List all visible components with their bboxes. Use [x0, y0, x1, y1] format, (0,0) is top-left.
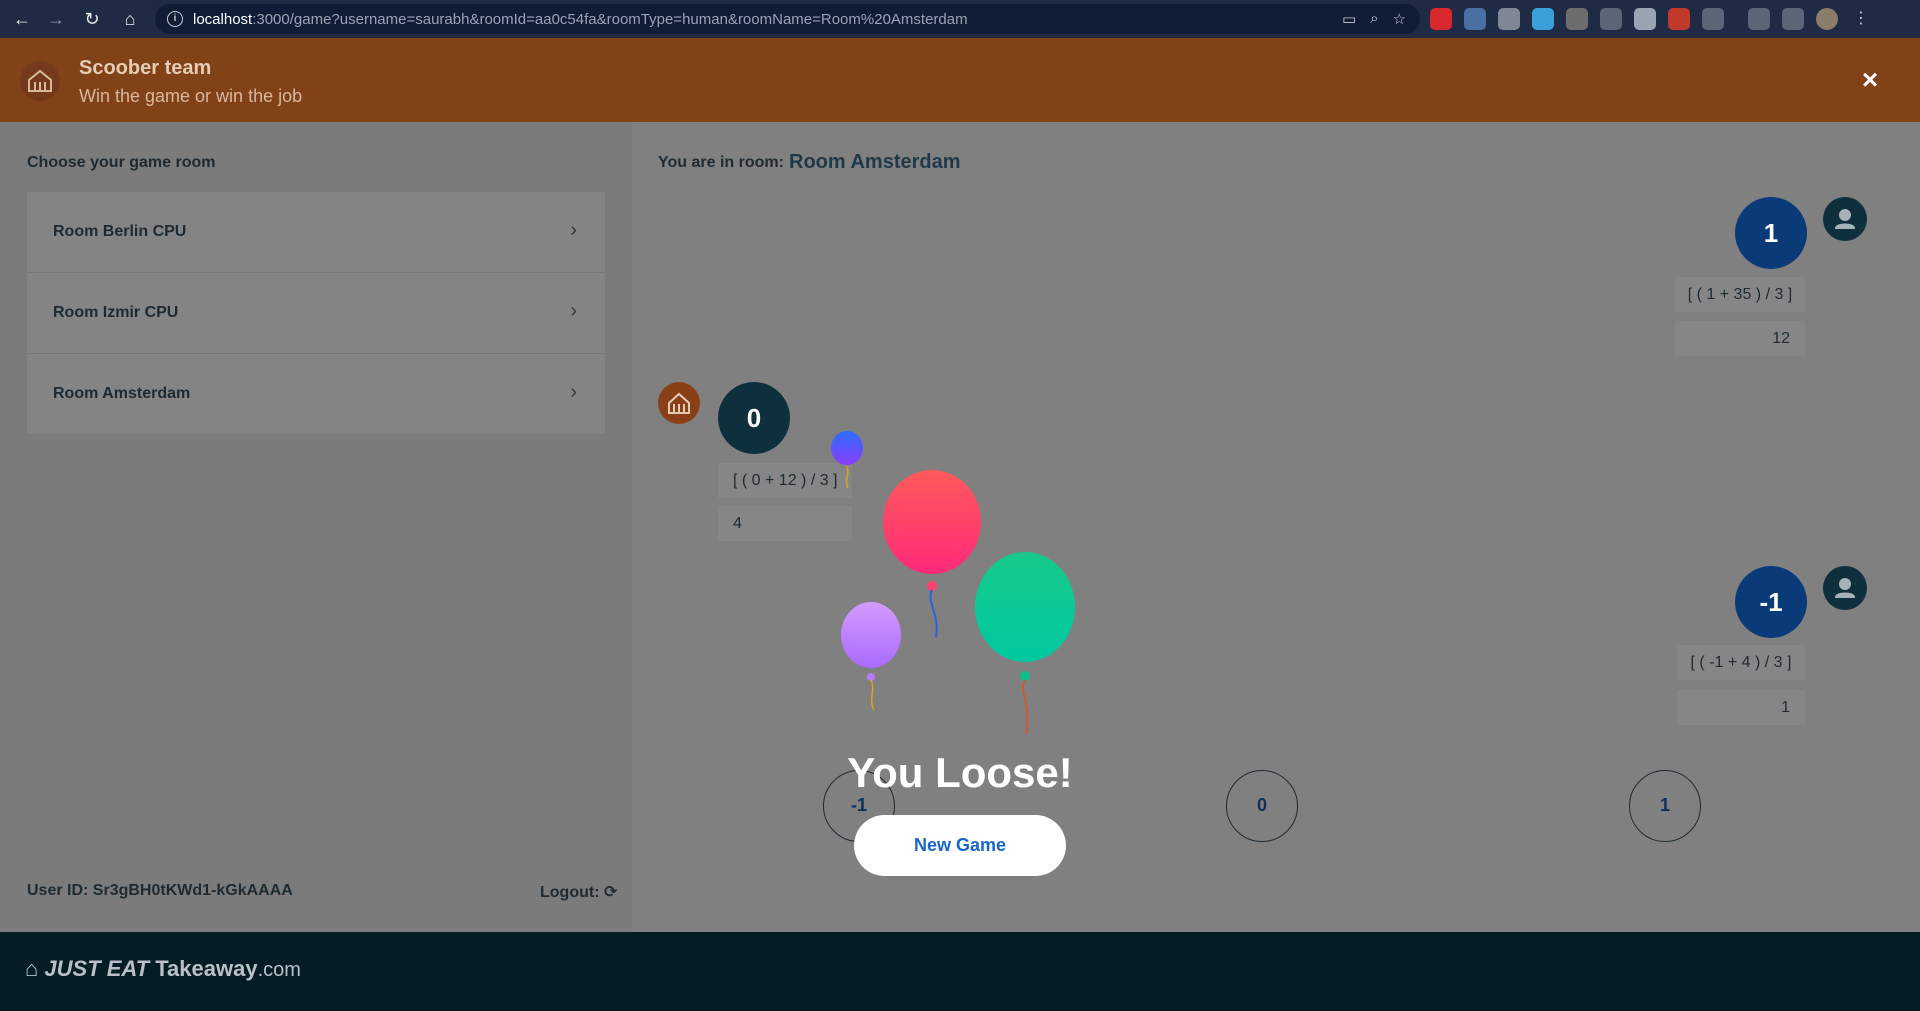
chevron-right-icon: ›: [570, 219, 577, 241]
opponent-score: -1: [1735, 566, 1807, 638]
footer: ⌂ JUST EAT Takeaway.com: [0, 932, 1920, 1011]
room-label: Room Amsterdam: [53, 385, 191, 402]
close-icon[interactable]: ×: [1855, 65, 1885, 95]
extension-icon[interactable]: [1464, 8, 1486, 30]
media-icon[interactable]: [1748, 8, 1770, 30]
profile-avatar[interactable]: [1816, 8, 1838, 30]
logout-icon: ⟳: [599, 884, 618, 901]
sidebar-heading: Choose your game room: [27, 154, 216, 171]
opponent-score: 1: [1735, 197, 1807, 269]
zoom-icon[interactable]: ⌕: [1370, 10, 1378, 28]
sidebar-icon[interactable]: [1782, 8, 1804, 30]
room-item-amsterdam[interactable]: Room Amsterdam ›: [27, 354, 605, 435]
user-id: User ID: Sr3gBH0tKWd1-kGkAAAA: [27, 882, 293, 899]
calculation-text: [ ( -1 + 4 ) / 3 ]: [1677, 645, 1805, 680]
chevron-right-icon: ›: [570, 381, 577, 403]
info-icon[interactable]: i: [167, 11, 183, 27]
sidebar-footer: User ID: Sr3gBH0tKWd1-kGkAAAA Logout: ⟳: [0, 852, 632, 932]
puzzle-icon[interactable]: [1702, 8, 1724, 30]
extension-icon[interactable]: [1566, 8, 1588, 30]
user-avatar-icon: [1823, 197, 1867, 241]
forward-icon[interactable]: →: [44, 7, 68, 31]
new-game-button[interactable]: New Game: [854, 815, 1066, 876]
result-message: You Loose!: [847, 749, 1073, 796]
address-bar[interactable]: i localhost:3000/game?username=saurabh&r…: [155, 4, 1420, 34]
reload-icon[interactable]: ↻: [80, 7, 104, 31]
extension-icon[interactable]: [1430, 8, 1452, 30]
extension-icon[interactable]: [1498, 8, 1520, 30]
app-header: Scoober team Win the game or win the job…: [0, 38, 1920, 122]
user-avatar-icon: [1823, 566, 1867, 610]
header-title: Scoober team: [79, 57, 212, 79]
footer-logo: ⌂ JUST EAT Takeaway.com: [25, 956, 301, 981]
home-icon[interactable]: ⌂: [118, 7, 142, 31]
room-label: Room Berlin CPU: [53, 223, 187, 240]
extension-icon[interactable]: [1634, 8, 1656, 30]
room-title: Room Amsterdam: [789, 151, 961, 173]
room-list: Room Berlin CPU › Room Izmir CPU › Room …: [27, 192, 605, 435]
back-icon[interactable]: ←: [10, 7, 34, 31]
room-item-izmir[interactable]: Room Izmir CPU ›: [27, 273, 605, 354]
extension-icon[interactable]: [1600, 8, 1622, 30]
calculation-result: 1: [1677, 690, 1805, 725]
header-subtitle: Win the game or win the job: [79, 86, 303, 106]
player-score: 0: [718, 382, 790, 454]
browser-toolbar: ← → ↻ ⌂ i localhost:3000/game?username=s…: [0, 0, 1920, 38]
balloons-illustration: [831, 431, 1075, 735]
move-zero-button[interactable]: 0: [1226, 770, 1298, 842]
room-item-berlin[interactable]: Room Berlin CPU ›: [27, 192, 605, 273]
calculation-text: [ ( 1 + 35 ) / 3 ]: [1675, 277, 1805, 312]
calculation-result: 12: [1675, 321, 1805, 356]
room-label: Room Izmir CPU: [53, 304, 179, 321]
bot-avatar: [658, 382, 700, 424]
house-logo-icon: [20, 61, 60, 101]
extension-icon[interactable]: [1532, 8, 1554, 30]
sidebar: Choose your game room Room Berlin CPU › …: [0, 122, 632, 852]
chevron-right-icon: ›: [570, 300, 577, 322]
bookmark-star-icon[interactable]: ☆: [1393, 10, 1406, 28]
move-plus-one-button[interactable]: 1: [1629, 770, 1701, 842]
url-text[interactable]: localhost:3000/game?username=saurabh&roo…: [193, 11, 968, 28]
main-area: Choose your game room Room Berlin CPU › …: [0, 122, 1920, 932]
house-logo-icon: ⌂: [25, 956, 45, 981]
menu-icon[interactable]: ⋮: [1850, 8, 1872, 30]
install-icon[interactable]: ▭: [1342, 10, 1356, 28]
extension-icon[interactable]: [1668, 8, 1690, 30]
logout-button[interactable]: Logout: ⟳: [540, 882, 617, 902]
room-title-label: You are in room:: [658, 154, 784, 171]
